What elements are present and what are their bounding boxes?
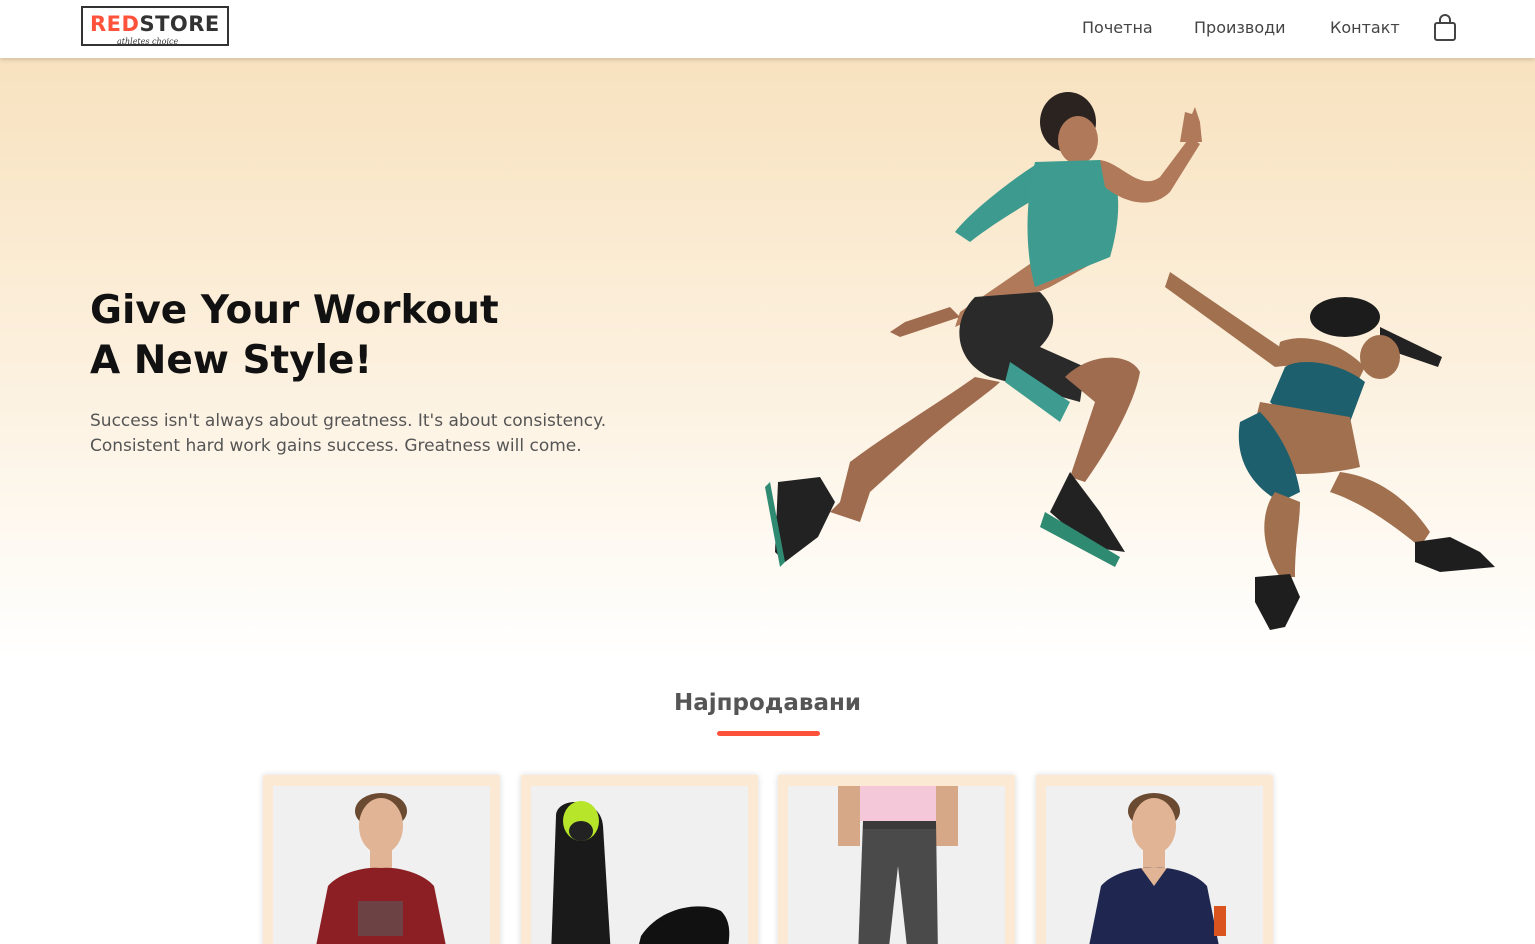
nav-link-home[interactable]: Почетна (1082, 18, 1153, 37)
hero-section: Give Your Workout A New Style! Success i… (0, 58, 1535, 660)
product-image (788, 786, 1005, 944)
product-card[interactable] (778, 775, 1015, 944)
hero-athletes-image (765, 92, 1495, 630)
male-runner-figure (765, 92, 1202, 567)
nav-link-contact[interactable]: Контакт (1330, 18, 1400, 37)
product-card[interactable] (1036, 775, 1273, 944)
hero-description-line: Success isn't always about greatness. It… (90, 411, 607, 431)
product-card[interactable] (263, 775, 500, 944)
logo[interactable]: REDSTORE athletes choice (81, 6, 229, 46)
section-title: Најпродавани (674, 690, 861, 716)
logo-tagline: athletes choice (117, 37, 179, 46)
black-sneakers-image (551, 801, 730, 944)
product-card[interactable] (521, 775, 758, 944)
navy-polo-model-image (1089, 793, 1226, 944)
section-title-underline (717, 731, 820, 736)
hero-title-line: Give Your Workout (90, 288, 499, 333)
hero-title: Give Your Workout A New Style! (90, 286, 499, 386)
navbar: REDSTORE athletes choice Почетна Произво… (0, 0, 1535, 58)
product-image (273, 786, 490, 944)
hero-title-line: A New Style! (90, 338, 373, 383)
shopping-bag-icon[interactable] (1433, 14, 1457, 42)
product-image (531, 786, 748, 944)
logo-brand: REDSTORE (90, 12, 220, 36)
hero-description: Success isn't always about greatness. It… (90, 409, 606, 459)
female-runner-figure (1165, 272, 1495, 630)
hero-description-line: Consistent hard work gains success. Grea… (90, 436, 582, 456)
nav-link-products[interactable]: Производи (1194, 18, 1286, 37)
red-tshirt-model-image (316, 793, 446, 944)
grey-joggers-image (838, 786, 958, 944)
product-image (1046, 786, 1263, 944)
